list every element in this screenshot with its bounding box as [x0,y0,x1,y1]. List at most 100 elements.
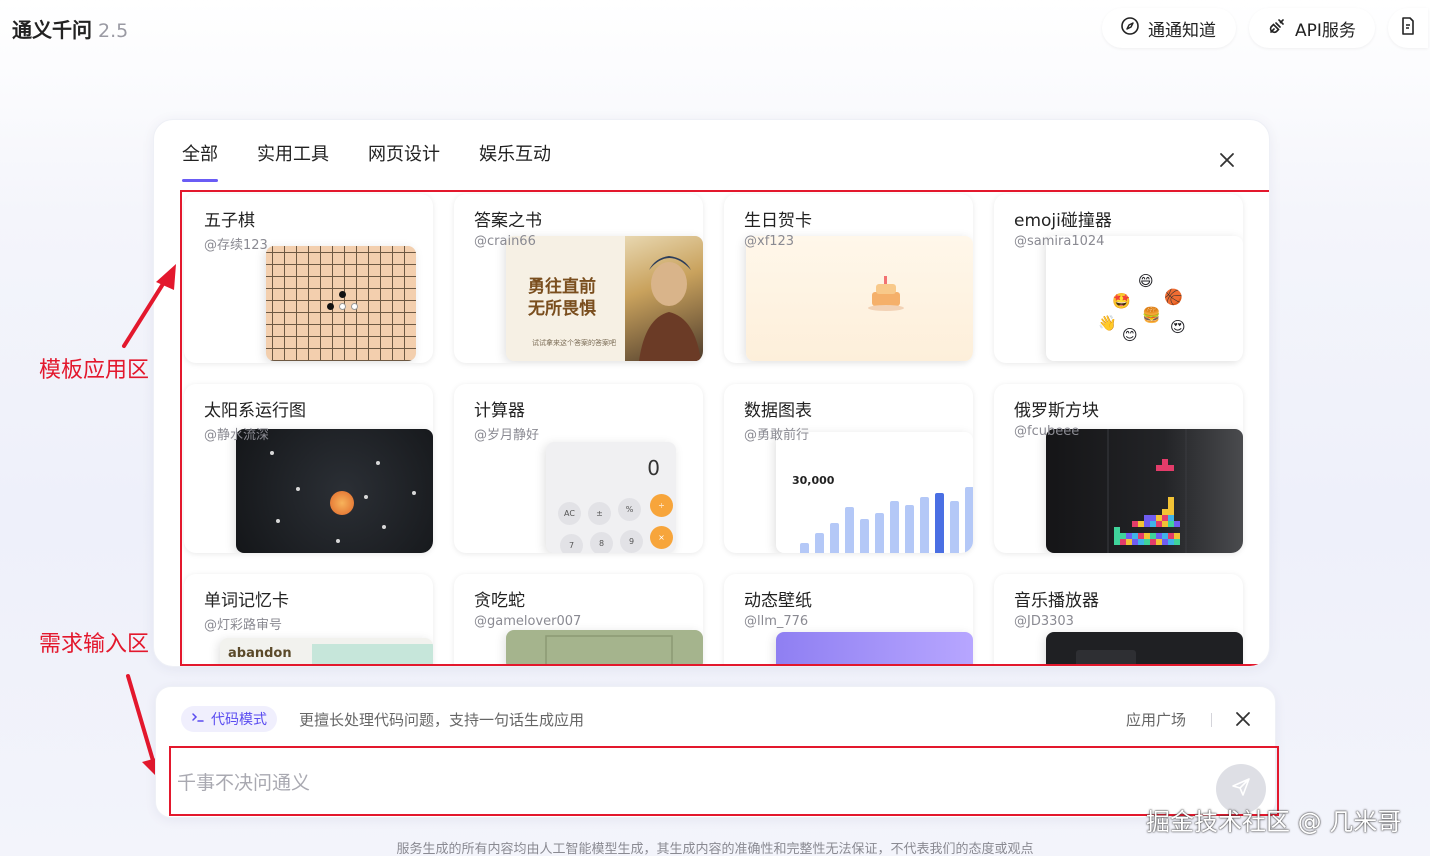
book-quote-line: 无所畏惧 [528,299,596,319]
white-stone [339,303,346,310]
chart-value: 30,000 [792,474,835,487]
plug-icon [1267,16,1287,41]
planet-dot [296,487,300,491]
calc-key: ± [588,502,611,525]
calc-key: 7 [560,534,583,553]
birthday-card-thumbnail [746,236,973,361]
calc-key: ÷ [650,494,673,517]
input-area-highlight [169,746,1279,816]
chart-bar [890,501,899,553]
card-gobang[interactable]: 五子棋 @存续123 [184,194,433,363]
chart-bar [845,507,854,553]
template-panel: 全部 实用工具 网页设计 娱乐互动 五子棋 @存续123 答案之书 @crain… [153,119,1270,667]
category-tabs: 全部 实用工具 网页设计 娱乐互动 [182,140,551,182]
prompt-input[interactable] [177,768,1177,798]
brand-version: 2.5 [98,20,129,42]
calculator-thumbnail: 0 AC ± % ÷ 7 8 9 × [546,442,676,553]
card-title: 俄罗斯方块 [1014,401,1099,421]
card-snake[interactable]: 贪吃蛇 @gamelover007 [454,574,703,664]
card-data-chart[interactable]: 数据图表 @勇敢前行 30,000 [724,384,973,553]
input-area-label: 需求输入区 [39,632,150,657]
flashcard-word: abandon [228,646,292,661]
emoji-thumbnail: 😄 🤩 🏀 🍔 👋 😊 😍 [1046,236,1243,361]
calc-key: 9 [620,530,643,553]
card-title: 数据图表 [744,401,812,421]
watermark: 掘金技术社区 @ 几米哥 [1146,808,1402,836]
close-icon[interactable] [1234,710,1252,728]
flashcard-panel [312,644,433,664]
card-emoji-collider[interactable]: emoji碰撞器 @samira1024 😄 🤩 🏀 🍔 👋 😊 😍 [994,194,1243,363]
template-area-highlight: 五子棋 @存续123 答案之书 @crain66 勇往直前 无所畏惧 试试拿来这… [180,190,1269,666]
document-icon [1398,16,1418,41]
api-service-button[interactable]: API服务 [1249,8,1375,48]
chart-bar [875,513,884,553]
card-title: 单词记忆卡 [204,591,289,611]
card-music-player[interactable]: 音乐播放器 @JD3303 [994,574,1243,664]
document-button[interactable] [1388,8,1428,48]
card-author: @crain66 [474,234,536,249]
card-title: 音乐播放器 [1014,591,1099,611]
card-solar-system[interactable]: 太阳系运行图 @静水流深 [184,384,433,553]
card-author: @勇敢前行 [744,428,810,443]
book-caption: 试试拿来这个答案的答案吧 [532,339,616,347]
card-birthday[interactable]: 生日贺卡 @xf123 [724,194,973,363]
sun-icon [330,491,354,515]
planet-dot [376,461,380,465]
app-square-link[interactable]: 应用广场 [1126,709,1186,730]
black-stone [327,303,334,310]
close-icon[interactable] [1217,150,1237,170]
brand-name: 通义千问 [12,18,92,42]
planet-dot [412,491,416,495]
tongtong-button[interactable]: 通通知道 [1102,8,1236,48]
card-author: @llm_776 [744,614,809,629]
tetris-thumbnail [1046,429,1243,553]
card-title: 太阳系运行图 [204,401,306,421]
card-dynamic-wallpaper[interactable]: 动态壁纸 @llm_776 [724,574,973,664]
solar-system-thumbnail [236,429,433,553]
calc-display: 0 [647,456,660,480]
template-area-label: 模板应用区 [39,358,150,383]
chart-bar [905,505,914,553]
planet-dot [270,451,274,455]
card-tetris[interactable]: 俄罗斯方块 @fcubeee [994,384,1243,553]
code-mode-chip[interactable]: 代码模式 [181,706,277,732]
card-author: @fcubeee [1014,424,1080,439]
mode-description: 更擅长处理代码问题，支持一句话生成应用 [299,711,585,729]
code-mode-label: 代码模式 [211,712,267,728]
smile-emoji-icon: 😊 [1122,326,1138,344]
bar-chart-thumbnail: 30,000 [776,432,973,553]
card-word-flashcard[interactable]: 单词记忆卡 @灯彩路审号 abandon [184,574,433,664]
card-author: @岁月静好 [474,428,540,443]
card-title: emoji碰撞器 [1014,211,1112,231]
planet-dot [276,519,280,523]
tab-web-design[interactable]: 网页设计 [368,140,440,182]
card-calculator[interactable]: 计算器 @岁月静好 0 AC ± % ÷ 7 8 9 × [454,384,703,553]
cake-icon [864,272,908,312]
calc-key: 8 [590,532,613,553]
chart-bar [860,519,869,553]
calc-key: % [618,498,641,521]
book-quote-line: 勇往直前 [528,277,596,297]
calc-key: AC [558,502,581,525]
card-author: @存续123 [204,238,268,253]
chart-bar [800,543,809,553]
wave-hand-icon: 👋 [1098,314,1117,332]
answer-book-thumbnail: 勇往直前 无所畏惧 试试拿来这个答案的答案吧 [506,236,703,361]
planet-dot [364,495,368,499]
tab-tools[interactable]: 实用工具 [257,140,329,182]
api-label: API服务 [1295,20,1356,41]
tab-entertainment[interactable]: 娱乐互动 [479,140,551,182]
brand[interactable]: 通义千问 2.5 [12,14,128,43]
basketball-icon: 🏀 [1164,288,1183,306]
disclaimer: 服务生成的所有内容均由人工智能模型生成，其生成内容的准确性和完整性无法保证，不代… [396,842,1034,856]
chart-bar [965,487,973,553]
card-author: @xf123 [744,234,795,249]
burger-icon: 🍔 [1142,306,1161,324]
planet-dot [382,525,386,529]
tab-all[interactable]: 全部 [182,140,218,182]
card-answer-book[interactable]: 答案之书 @crain66 勇往直前 无所畏惧 试试拿来这个答案的答案吧 [454,194,703,363]
black-stone [339,291,346,298]
music-player-thumbnail [1046,632,1243,664]
card-author: @静水流深 [204,428,270,443]
word-card-thumbnail: abandon [220,638,433,664]
